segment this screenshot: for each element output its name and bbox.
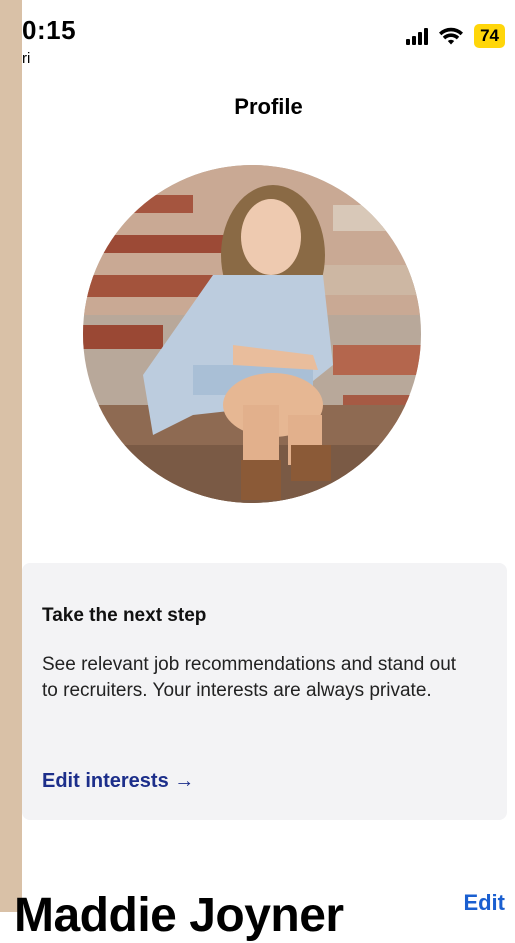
next-step-card: Take the next step See relevant job reco…	[22, 563, 507, 820]
edit-interests-link[interactable]: Edit interests →	[42, 770, 194, 793]
status-icons: 74	[406, 24, 505, 48]
card-description: See relevant job recommendations and sta…	[42, 654, 457, 701]
edit-profile-link[interactable]: Edit	[463, 890, 505, 916]
profile-name: Maddie Joyner	[14, 889, 344, 942]
battery-icon: 74	[474, 24, 505, 48]
status-carrier: ri	[22, 50, 31, 67]
avatar-photo	[83, 165, 421, 503]
status-bar: 0:15 ri 74	[22, 0, 515, 70]
signal-icon	[406, 27, 429, 45]
page-title: Profile	[234, 94, 303, 119]
card-title: Take the next step	[42, 605, 207, 626]
profile-avatar[interactable]	[83, 165, 421, 503]
status-time: 0:15	[22, 15, 77, 45]
wifi-icon	[439, 27, 464, 45]
left-edge-strip	[0, 0, 22, 912]
battery-level: 74	[474, 24, 505, 48]
